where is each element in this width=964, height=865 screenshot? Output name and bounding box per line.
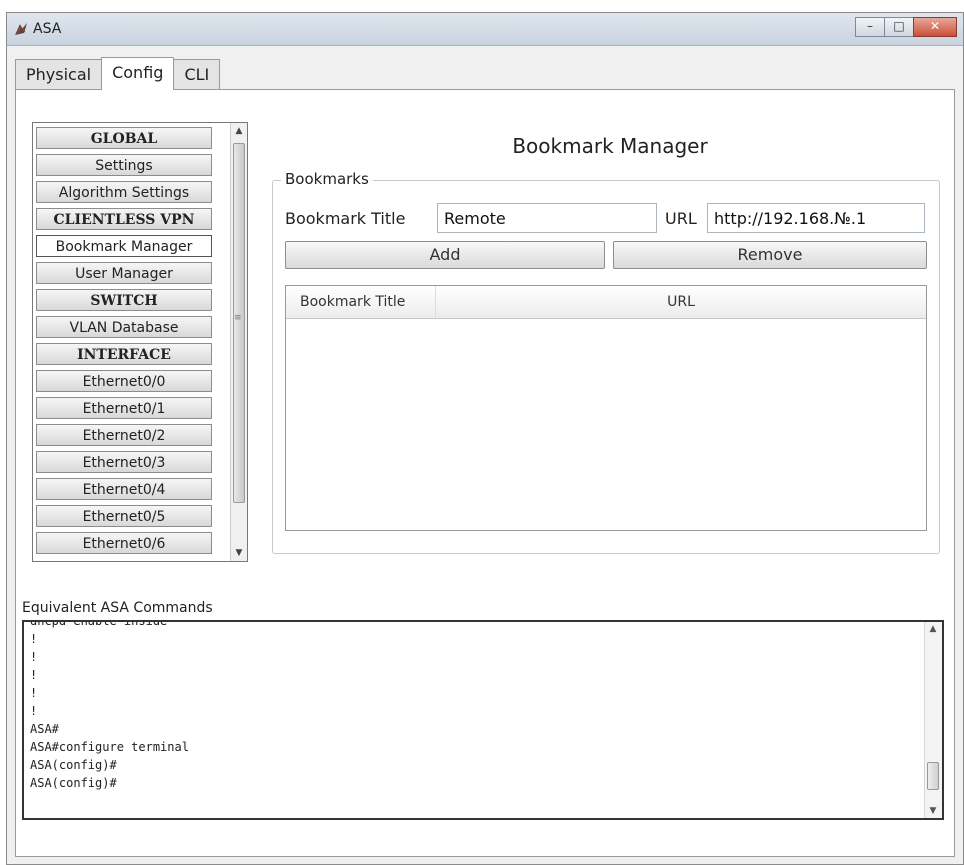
sidebar-item-settings[interactable]: Settings: [36, 154, 212, 176]
console-line: !: [30, 704, 38, 718]
url-input[interactable]: [707, 203, 925, 233]
sidebar-item-ethernet0-3[interactable]: Ethernet0/3: [36, 451, 212, 473]
scroll-up-icon[interactable]: ▲: [231, 123, 247, 139]
config-sidebar: GLOBAL Settings Algorithm Settings CLIEN…: [32, 122, 248, 562]
console-line: !: [30, 668, 38, 682]
column-header-url[interactable]: URL: [436, 286, 926, 318]
sidebar-item-ethernet0-4[interactable]: Ethernet0/4: [36, 478, 212, 500]
scroll-down-icon[interactable]: ▼: [925, 806, 941, 816]
bookmarks-group: Bookmarks Bookmark Title URL Add Remove …: [272, 170, 940, 554]
tab-config[interactable]: Config: [101, 57, 175, 90]
console-line: ASA#configure terminal: [30, 740, 189, 754]
console-line: dhcpd enable inside: [30, 620, 168, 628]
asa-commands-console[interactable]: dhcpd enable inside ! ! ! ! ! ASA# ASA#c…: [22, 620, 944, 820]
console-line: !: [30, 632, 38, 646]
sidebar-item-ethernet0-2[interactable]: Ethernet0/2: [36, 424, 212, 446]
window-title: ASA: [33, 21, 62, 37]
sidebar-item-ethernet0-0[interactable]: Ethernet0/0: [36, 370, 212, 392]
remove-button[interactable]: Remove: [613, 241, 927, 269]
asa-window: ASA – □ ✕ Physical Config CLI GLOBAL Set…: [6, 12, 964, 865]
config-panel: GLOBAL Settings Algorithm Settings CLIEN…: [15, 89, 955, 857]
maximize-icon: □: [893, 19, 905, 33]
sidebar-header-interface: INTERFACE: [36, 343, 212, 365]
scroll-down-icon[interactable]: ▼: [231, 545, 247, 561]
console-line: ASA(config)#: [30, 758, 117, 772]
scrollbar-thumb[interactable]: [927, 762, 939, 790]
sidebar-item-ethernet0-6[interactable]: Ethernet0/6: [36, 532, 212, 554]
sidebar-item-bookmark-manager[interactable]: Bookmark Manager: [36, 235, 212, 257]
scroll-up-icon[interactable]: ▲: [925, 624, 941, 634]
add-button[interactable]: Add: [285, 241, 605, 269]
tab-bar: Physical Config CLI: [15, 57, 221, 90]
close-button[interactable]: ✕: [913, 17, 957, 37]
bookmark-title-input[interactable]: [437, 203, 657, 233]
app-icon: [15, 23, 27, 35]
bookmark-title-label: Bookmark Title: [285, 209, 406, 228]
bookmarks-group-label: Bookmarks: [281, 170, 373, 188]
minimize-icon: –: [867, 19, 873, 33]
bookmarks-table[interactable]: Bookmark Title URL: [285, 285, 927, 531]
sidebar-header-clientless-vpn: CLIENTLESS VPN: [36, 208, 212, 230]
sidebar-item-user-manager[interactable]: User Manager: [36, 262, 212, 284]
maximize-button[interactable]: □: [884, 17, 914, 37]
sidebar-item-vlan-database[interactable]: VLAN Database: [36, 316, 212, 338]
sidebar-scrollbar[interactable]: ▲ ≡ ▼: [230, 123, 247, 561]
scrollbar-thumb[interactable]: [233, 143, 245, 503]
console-scrollbar[interactable]: ▲ ▼: [924, 622, 942, 818]
tab-physical[interactable]: Physical: [15, 59, 103, 89]
column-header-bookmark-title[interactable]: Bookmark Title: [286, 286, 436, 318]
sidebar-item-ethernet0-1[interactable]: Ethernet0/1: [36, 397, 212, 419]
console-line: ASA#: [30, 722, 59, 736]
grip-icon: ≡: [234, 313, 242, 323]
minimize-button[interactable]: –: [855, 17, 885, 37]
url-label: URL: [665, 209, 697, 228]
table-header: Bookmark Title URL: [286, 286, 926, 319]
console-label: Equivalent ASA Commands: [22, 600, 213, 616]
tab-cli[interactable]: CLI: [173, 59, 221, 89]
console-line: !: [30, 650, 38, 664]
sidebar-header-switch: SWITCH: [36, 289, 212, 311]
title-bar[interactable]: ASA – □ ✕: [7, 13, 963, 46]
sidebar-item-algorithm-settings[interactable]: Algorithm Settings: [36, 181, 212, 203]
close-icon: ✕: [929, 19, 941, 33]
sidebar-item-ethernet0-5[interactable]: Ethernet0/5: [36, 505, 212, 527]
page-title: Bookmark Manager: [512, 134, 708, 158]
console-line: ASA(config)#: [30, 776, 117, 790]
sidebar-header-global: GLOBAL: [36, 127, 212, 149]
console-line: !: [30, 686, 38, 700]
